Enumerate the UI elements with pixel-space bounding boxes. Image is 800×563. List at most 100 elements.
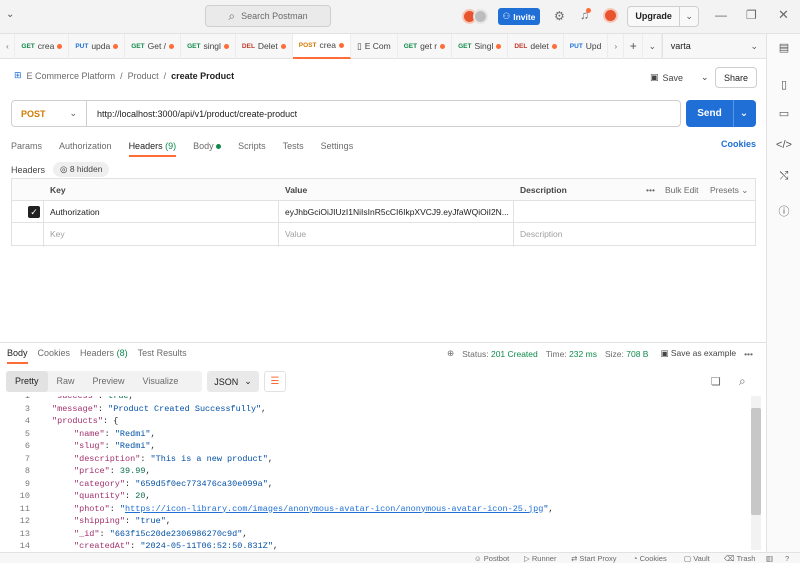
json-url-link[interactable]: https://icon-library.com/images/anonymou… [125,504,543,514]
response-body-code[interactable]: 1 "success": true, 3 "message": "Product Cr… [0,396,750,550]
cookies-link[interactable]: Cookies [721,139,756,149]
tab-tests[interactable]: Tests [283,141,304,151]
eye-icon: ◎ [60,164,68,174]
bulk-edit-link[interactable]: Bulk Edit [665,179,699,201]
unsaved-dot [280,43,286,49]
header-key[interactable]: Authorization [50,201,100,223]
request-tab[interactable]: POST crea [292,33,352,59]
code-line: 13 "_id": "663f15c20de2306986270c9d", [0,528,750,541]
tab-list-chevron-icon[interactable]: ⌄ [643,33,662,59]
globe-icon[interactable]: ⊕ [447,348,454,359]
response-time[interactable]: 232 ms [569,349,597,359]
postbot-button[interactable]: ☺ Postbot [474,554,509,563]
request-tab[interactable]: GET crea [15,33,70,59]
layout-icon[interactable]: ▥ [766,554,773,563]
format-raw[interactable]: Raw [48,371,84,392]
close-icon[interactable]: ✕ [778,7,789,23]
hidden-headers-toggle[interactable]: ◎ 8 hidden [53,162,110,177]
minimize-icon[interactable]: — [715,8,727,22]
chevron-down-icon[interactable]: ⌄ [680,11,698,22]
unsaved-dot [496,43,502,49]
chevron-down-icon[interactable]: ⌄ [701,72,709,83]
tab-headers[interactable]: Headers (9) [128,141,177,157]
breadcrumb-current[interactable]: create Product [171,71,234,81]
user-avatar[interactable] [603,8,618,23]
new-value-input[interactable]: Value [285,223,306,245]
documentation-icon[interactable]: ▤ [776,40,792,56]
share-button[interactable]: Share [715,67,757,88]
team-avatars[interactable] [462,9,488,24]
format-pretty[interactable]: Pretty [6,371,48,392]
new-tab-plus-icon[interactable]: + [624,33,643,59]
tab-params[interactable]: Params [11,141,42,151]
breadcrumb-collection[interactable]: E Commerce Platform [27,71,116,81]
more-options-icon[interactable]: ••• [646,179,655,201]
comments-icon[interactable]: ▭ [776,106,792,122]
maximize-icon[interactable]: ❐ [746,8,757,22]
response-tab-headers[interactable]: Headers (8) [80,348,128,364]
environment-selector[interactable]: varta ⌄ [661,33,766,59]
unsaved-dot [223,43,229,49]
request-tab[interactable]: PUT upda [69,33,126,59]
copy-icon[interactable]: ❏ [711,375,721,388]
save-as-example-button[interactable]: ▣ Save as example [660,348,736,359]
request-tab[interactable]: GET Singl [452,33,509,59]
url-input[interactable]: http://localhost:3000/api/v1/product/cre… [87,109,297,119]
method-select[interactable]: POST ⌄ [12,101,87,126]
tab-scroll-left-icon[interactable]: ‹ [0,33,16,59]
breadcrumb-folder[interactable]: Product [128,71,159,81]
format-preview[interactable]: Preview [84,371,134,392]
upgrade-button[interactable]: Upgrade ⌄ [627,6,699,27]
request-tab[interactable]: DEL Delet [236,33,293,59]
request-tab[interactable]: DEL delet [508,33,564,59]
cookies-button[interactable]: ◔ Cookies [633,554,667,563]
request-tab[interactable]: PUT Upd [564,33,609,59]
response-tab-body[interactable]: Body [7,348,28,364]
tab-method: POST [298,41,317,49]
response-tab-cookies[interactable]: Cookies [38,348,71,364]
new-key-input[interactable]: Key [50,223,65,245]
tab-body[interactable]: Body [193,141,222,151]
response-tab-test-results[interactable]: Test Results [138,348,187,364]
info-icon[interactable]: ⓘ [776,204,792,220]
runner-button[interactable]: ▷ Runner [524,554,556,563]
start-proxy-button[interactable]: ⇄ Start Proxy [571,554,616,563]
request-tab[interactable]: ▯ E Com [351,33,398,59]
request-tab[interactable]: GET Get / [125,33,182,59]
search-icon[interactable]: ⌕ [739,374,746,389]
send-button[interactable]: Send ⌄ [686,100,756,127]
request-tab[interactable]: GET get r [398,33,453,59]
tab-scripts[interactable]: Scripts [238,141,266,151]
new-description-input[interactable]: Description [520,223,563,245]
code-icon[interactable]: </> [776,137,792,153]
save-button[interactable]: ▣ Save ⌄ [650,68,712,87]
presets-dropdown[interactable]: Presets ⌄ [710,179,748,201]
settings-gear-icon[interactable]: ⚙ [554,9,565,23]
trash-button[interactable]: ⌫ Trash [724,554,755,563]
format-toolbar: Pretty Raw Preview Visualize JSON ⌄ ☰ ❏ … [6,370,766,394]
line-number: 10 [19,491,30,501]
format-visualize[interactable]: Visualize [134,371,188,392]
tab-authorization[interactable]: Authorization [59,141,112,151]
wrap-lines-icon[interactable]: ☰ [264,371,286,392]
chevron-down-icon[interactable]: ⌄ [734,108,754,119]
request-tab[interactable]: GET singl [181,33,236,59]
code-scrollbar-thumb[interactable] [751,408,761,515]
language-select[interactable]: JSON ⌄ [207,371,259,392]
header-value[interactable]: eyJhbGciOiJIUzI1NiIsInR5cCI6IkpXVCJ9.eyJ… [285,201,510,223]
related-icon[interactable]: ⤭ [776,168,792,184]
tab-scroll-right-icon[interactable]: › [608,33,624,59]
document-icon[interactable]: ▯ [776,77,792,93]
invite-button[interactable]: ⚇ Invite [498,8,540,25]
response-divider[interactable] [0,342,766,343]
help-icon[interactable]: ? [785,554,789,563]
header-enabled-checkbox[interactable]: ✓ [28,206,40,218]
more-options-icon[interactable]: ••• [744,349,753,359]
tab-settings[interactable]: Settings [321,141,354,151]
response-size[interactable]: 708 B [626,349,648,359]
search-box[interactable]: ⌕ Search Postman [205,5,331,27]
app-menu-chevron-icon[interactable]: ⌄ [6,9,14,20]
vault-button[interactable]: ▢ Vault [684,554,710,563]
status-code[interactable]: 201 Created [491,349,538,359]
notifications-bell-icon[interactable]: ♫ [580,8,591,22]
